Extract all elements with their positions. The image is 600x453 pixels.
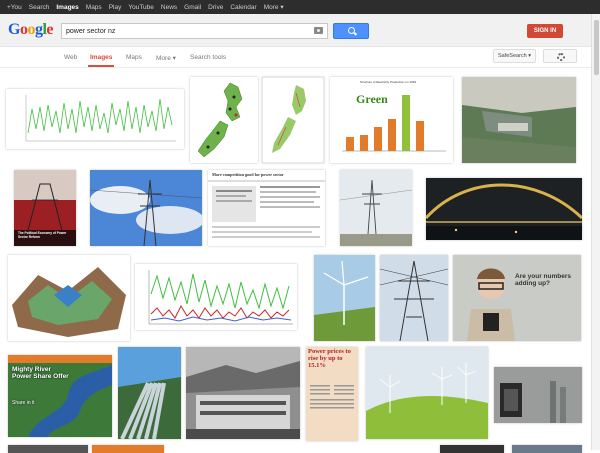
- headline-power-sharing-sub: Share in it: [12, 400, 35, 406]
- topbar-link-more[interactable]: More ▾: [264, 3, 284, 11]
- tab-more[interactable]: More ▾: [156, 54, 176, 62]
- wind-farm-image: [366, 347, 488, 439]
- result-thumbnail-power-station-bw[interactable]: [186, 347, 300, 439]
- logo-letter: e: [46, 21, 54, 38]
- search-icon: [348, 27, 355, 34]
- topbar-link-you[interactable]: +You: [7, 4, 22, 11]
- result-thumbnail-hydro-dam[interactable]: [462, 77, 576, 163]
- result-thumbnail-partial-4[interactable]: [512, 445, 582, 453]
- result-thumbnail-book-cover[interactable]: The Political Economy of Power Sector Re…: [14, 170, 76, 246]
- book-title: The Political Economy of Power Sector Re…: [18, 231, 67, 239]
- tab-web[interactable]: Web: [64, 54, 77, 61]
- google-top-bar: +You Search Images Maps Play YouTube New…: [0, 0, 600, 14]
- result-thumbnail-electricity-chart-green[interactable]: [6, 89, 184, 149]
- result-thumbnail-foggy-city[interactable]: [494, 367, 582, 423]
- result-thumbnail-partial-3[interactable]: [440, 445, 504, 453]
- chart-caption: Structure of Electricity Production on 1…: [360, 80, 416, 84]
- newspaper-headline: Power prices to rise by up to 15.1%: [308, 348, 351, 369]
- page-scrollbar[interactable]: [591, 14, 600, 450]
- image-results-grid: Green Structure of Electricity Productio…: [0, 69, 591, 453]
- topbar-link-news[interactable]: News: [161, 4, 177, 11]
- topbar-link-images[interactable]: Images: [56, 4, 78, 11]
- headline-power-sharing: Mighty River Power Share Offer: [12, 366, 69, 380]
- result-thumbnail-child-calculator[interactable]: Are your numbers adding up?: [453, 255, 581, 341]
- result-thumbnail-terrain-3d[interactable]: [8, 255, 130, 341]
- child-caption: Are your numbers adding up?: [515, 273, 571, 288]
- search-box: [61, 23, 328, 39]
- terrain-3d-image: [8, 255, 130, 341]
- tab-maps[interactable]: Maps: [126, 54, 142, 61]
- child-calculator-image: [453, 255, 581, 341]
- result-thumbnail-nz-map-1[interactable]: [190, 77, 258, 163]
- pylon-sky-image: [90, 170, 202, 246]
- topbar-link-gmail[interactable]: Gmail: [184, 4, 201, 11]
- topbar-link-drive[interactable]: Drive: [208, 4, 223, 11]
- result-thumbnail-article-page[interactable]: More competition good for power sector: [208, 170, 325, 246]
- nz-map-image: [190, 77, 258, 163]
- bar-chart-image: Green Structure of Electricity Productio…: [330, 77, 453, 163]
- result-thumbnail-bridge-night[interactable]: [426, 178, 582, 240]
- result-thumbnail-mighty-river[interactable]: Mighty River Power Share Offer Share in …: [8, 355, 112, 437]
- result-thumbnail-wind-farm[interactable]: [366, 347, 488, 439]
- active-tab-indicator: [88, 65, 114, 67]
- safesearch-dropdown[interactable]: SafeSearch ▾: [493, 49, 536, 63]
- topbar-link-youtube[interactable]: YouTube: [128, 4, 154, 11]
- article-page-image: [208, 170, 325, 246]
- dam-image: [462, 77, 576, 163]
- settings-button[interactable]: [543, 49, 577, 63]
- tab-images[interactable]: Images: [90, 54, 112, 61]
- result-thumbnail-wind-turbine-1[interactable]: [314, 255, 375, 341]
- foggy-city-image: [494, 367, 582, 423]
- article-heading: More competition good for power sector: [212, 172, 284, 177]
- result-thumbnail-nz-map-2[interactable]: [262, 77, 324, 163]
- gear-icon: [557, 53, 565, 61]
- logo-letter: G: [8, 21, 20, 38]
- chart-green-legend: Green: [356, 92, 388, 106]
- wind-turbine-image: [314, 255, 375, 341]
- topbar-link-maps[interactable]: Maps: [86, 4, 102, 11]
- result-thumbnail-stacked-chart[interactable]: [135, 264, 297, 330]
- google-logo[interactable]: Google: [8, 21, 53, 39]
- sign-in-button[interactable]: SIGN IN: [527, 24, 563, 38]
- nz-map-image: [262, 77, 324, 163]
- search-header: Google SIGN IN: [0, 14, 600, 47]
- stacked-chart-image: [135, 264, 297, 330]
- pylon-lines-image: [380, 255, 448, 341]
- scrollbar-thumb[interactable]: [594, 20, 599, 75]
- topbar-link-play[interactable]: Play: [109, 4, 122, 11]
- result-thumbnail-partial-1[interactable]: [8, 445, 88, 453]
- pylon-overcast-image: [340, 170, 412, 246]
- result-thumbnail-pipes[interactable]: [118, 347, 181, 439]
- result-thumbnail-pylon-sky[interactable]: [90, 170, 202, 246]
- pipes-image: [118, 347, 181, 439]
- bridge-night-image: [426, 178, 582, 240]
- result-thumbnail-partial-2[interactable]: [92, 445, 164, 453]
- tab-search-tools[interactable]: Search tools: [190, 54, 226, 61]
- power-station-image: [186, 347, 300, 439]
- camera-icon[interactable]: [314, 27, 323, 34]
- logo-letter: o: [27, 21, 35, 38]
- topbar-link-calendar[interactable]: Calendar: [230, 4, 256, 11]
- result-thumbnail-pylon-overcast[interactable]: [340, 170, 412, 246]
- result-thumbnail-newspaper[interactable]: Power prices to rise by up to 15.1%: [306, 347, 358, 441]
- electricity-chart-image: [6, 89, 184, 149]
- search-input[interactable]: [66, 26, 306, 37]
- result-thumbnail-bar-chart-green[interactable]: Green Structure of Electricity Productio…: [330, 77, 453, 163]
- search-button[interactable]: [333, 23, 369, 39]
- result-thumbnail-pylon-lines[interactable]: [380, 255, 448, 341]
- topbar-link-search[interactable]: Search: [29, 4, 50, 11]
